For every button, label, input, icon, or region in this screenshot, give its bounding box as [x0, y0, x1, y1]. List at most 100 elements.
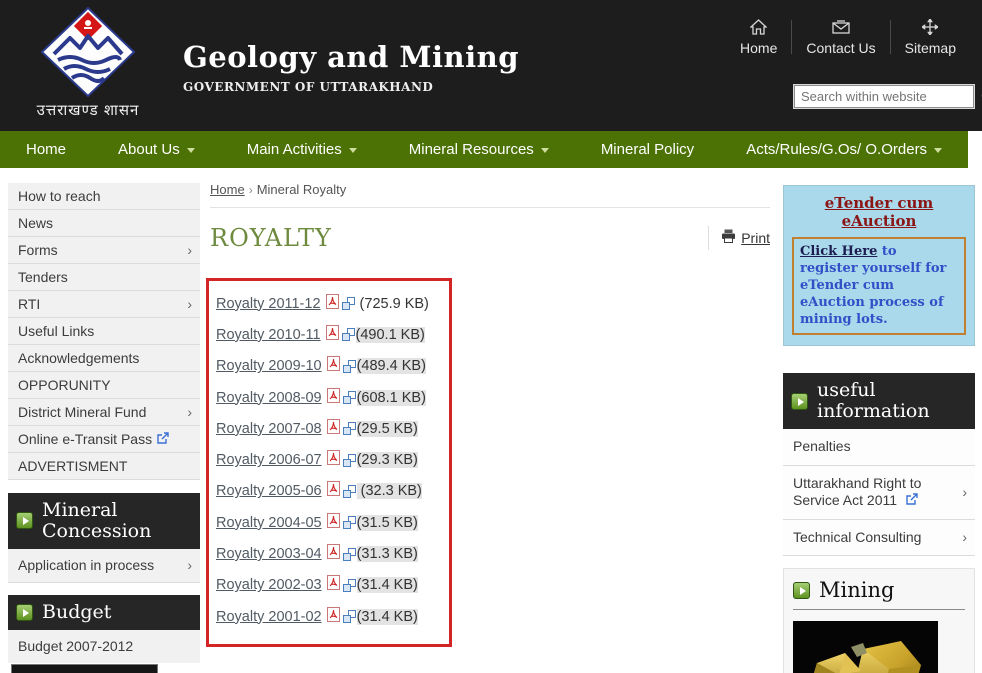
popup-window-icon[interactable]	[343, 516, 356, 529]
etender-banner: eTender cum eAuction Click Here to regis…	[783, 185, 975, 346]
sidebar-section-budget[interactable]: Budget	[8, 595, 200, 630]
site-header: उत्तराखण्ड शासन Geology and Mining GOVER…	[0, 0, 982, 131]
chevron-right-icon	[187, 297, 192, 311]
chevron-right-icon	[962, 485, 967, 499]
sidebar-item-budget-2007-2012[interactable]: Budget 2007-2012	[8, 630, 200, 663]
pdf-icon[interactable]	[327, 481, 340, 501]
search-input[interactable]	[795, 89, 981, 104]
royalty-link[interactable]: Royalty 2008-09	[216, 390, 322, 406]
popup-window-icon[interactable]	[342, 297, 355, 310]
chevron-right-icon	[187, 243, 192, 257]
royalty-row: Royalty 2004-05 (31.5 KB)	[216, 507, 449, 538]
royalty-link[interactable]: Royalty 2006-07	[216, 452, 322, 468]
file-size: (489.4 KB)	[357, 358, 426, 374]
utility-sitemap-link[interactable]: Sitemap	[891, 18, 970, 56]
print-link[interactable]: Print	[741, 230, 770, 246]
emblem-caption: उत्तराखण्ड शासन	[28, 100, 148, 120]
chevron-down-icon	[349, 148, 357, 153]
royalty-row: Royalty 2005-06 (32.3 KB)	[216, 476, 449, 507]
pdf-icon[interactable]	[327, 388, 340, 408]
mining-widget: Mining	[783, 568, 975, 673]
useful-information-header: useful information	[783, 373, 975, 429]
info-item-technical-consulting[interactable]: Technical Consulting	[783, 520, 975, 557]
nav-item-mineral-royalty[interactable]: Mineral Royalty	[968, 131, 982, 168]
nav-item-home[interactable]: Home	[0, 131, 92, 168]
pdf-icon[interactable]	[327, 450, 340, 470]
royalty-row: Royalty 2006-07 (29.3 KB)	[216, 444, 449, 475]
site-title: Geology and Mining	[183, 40, 519, 74]
site-subtitle: GOVERNMENT OF UTTARAKHAND	[183, 80, 519, 94]
sidebar-item-forms[interactable]: Forms	[8, 237, 200, 264]
royalty-link[interactable]: Royalty 2007-08	[216, 421, 322, 437]
sidebar-item-news[interactable]: News	[8, 210, 200, 237]
mining-header: Mining	[793, 578, 965, 610]
royalty-link[interactable]: Royalty 2003-04	[216, 546, 322, 562]
pdf-icon[interactable]	[327, 419, 340, 439]
sidebar-item-opporunity[interactable]: OPPORUNITY	[8, 372, 200, 399]
info-item-penalties[interactable]: Penalties	[783, 429, 975, 466]
sidebar-item-online-e-transit-pass[interactable]: Online e-Transit Pass	[8, 426, 200, 453]
popup-window-icon[interactable]	[343, 485, 356, 498]
contact-icon	[832, 18, 850, 36]
pdf-icon[interactable]	[327, 513, 340, 533]
file-size: (31.5 KB)	[357, 515, 418, 531]
royalty-link[interactable]: Royalty 2002-03	[216, 577, 322, 593]
utility-nav: Home Contact Us Sitemap	[726, 18, 970, 56]
popup-window-icon[interactable]	[343, 454, 356, 467]
pdf-icon[interactable]	[326, 294, 339, 314]
royalty-row: Royalty 2010-11 (490.1 KB)	[216, 319, 449, 350]
sidebar-item-application-in-process[interactable]: Application in process	[8, 549, 200, 583]
sidebar-item-advertisment[interactable]: ADVERTISMENT	[8, 453, 200, 480]
sitemap-icon	[922, 18, 938, 36]
royalty-row: Royalty 2002-03 (31.4 KB)	[216, 570, 449, 601]
royalty-link[interactable]: Royalty 2011-12	[216, 296, 321, 312]
utility-contact-link[interactable]: Contact Us	[792, 18, 889, 56]
royalty-link[interactable]: Royalty 2004-05	[216, 515, 322, 531]
page-title: ROYALTY	[210, 224, 332, 252]
sidebar-item-useful-links[interactable]: Useful Links	[8, 318, 200, 345]
sidebar-item-acknowledgements[interactable]: Acknowledgements	[8, 345, 200, 372]
sidebar-section-mineral-concession[interactable]: Mineral Concession	[8, 493, 200, 549]
sidebar-item-how-to-reach[interactable]: How to reach	[8, 183, 200, 210]
etender-text: Click Here to register yourself for eTen…	[792, 237, 966, 335]
nav-item-acts-rules[interactable]: Acts/Rules/G.Os/ O.Orders	[720, 131, 968, 168]
pdf-icon[interactable]	[327, 356, 340, 376]
file-size: (31.3 KB)	[357, 546, 418, 562]
print-control[interactable]: Print	[708, 226, 770, 250]
etender-click-here-link[interactable]: Click Here	[800, 244, 877, 259]
popup-window-icon[interactable]	[343, 391, 356, 404]
royalty-link[interactable]: Royalty 2009-10	[216, 358, 322, 374]
home-icon	[750, 18, 767, 36]
play-icon	[793, 582, 810, 599]
emblem-icon	[40, 6, 136, 98]
nav-item-main-activities[interactable]: Main Activities	[221, 131, 383, 168]
page: उत्तराखण्ड शासन Geology and Mining GOVER…	[0, 0, 982, 673]
mineral-photo[interactable]	[793, 621, 938, 673]
utility-home-link[interactable]: Home	[726, 18, 791, 56]
uttarakhand-emblem-logo[interactable]: उत्तराखण्ड शासन	[28, 6, 148, 128]
popup-window-icon[interactable]	[342, 328, 355, 341]
info-item-right-to-service-act[interactable]: Uttarakhand Right to Service Act 2011	[783, 466, 975, 520]
sidebar-item-rti[interactable]: RTI	[8, 291, 200, 318]
popup-window-icon[interactable]	[343, 422, 356, 435]
royalty-link[interactable]: Royalty 2001-02	[216, 609, 322, 625]
royalty-link[interactable]: Royalty 2010-11	[216, 327, 321, 343]
breadcrumb-current: Mineral Royalty	[257, 182, 347, 197]
sidebar-item-district-mineral-fund[interactable]: District Mineral Fund	[8, 399, 200, 426]
pdf-icon[interactable]	[326, 325, 339, 345]
pdf-icon[interactable]	[327, 544, 340, 564]
printer-icon	[721, 229, 736, 248]
nav-item-mineral-policy[interactable]: Mineral Policy	[575, 131, 720, 168]
royalty-link[interactable]: Royalty 2005-06	[216, 483, 322, 499]
pdf-icon[interactable]	[327, 575, 340, 595]
popup-window-icon[interactable]	[343, 579, 356, 592]
sidebar-item-tenders[interactable]: Tenders	[8, 264, 200, 291]
chevron-right-icon	[187, 558, 192, 572]
nav-item-about-us[interactable]: About Us	[92, 131, 221, 168]
breadcrumb-home-link[interactable]: Home	[210, 182, 245, 197]
popup-window-icon[interactable]	[343, 360, 356, 373]
nav-item-mineral-resources[interactable]: Mineral Resources	[383, 131, 575, 168]
popup-window-icon[interactable]	[343, 548, 356, 561]
pdf-icon[interactable]	[327, 607, 340, 627]
popup-window-icon[interactable]	[343, 610, 356, 623]
